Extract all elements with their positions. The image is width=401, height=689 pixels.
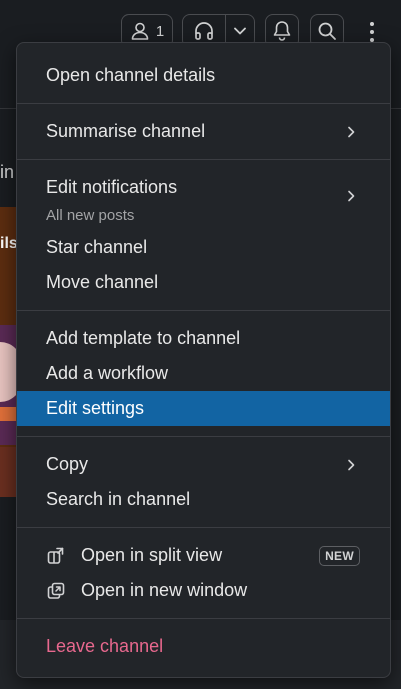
menu-separator <box>17 103 390 104</box>
split-view-icon <box>46 546 66 566</box>
menu-item-move-channel[interactable]: Move channel <box>17 265 390 300</box>
headphones-icon <box>193 20 215 42</box>
menu-item-add-template[interactable]: Add template to channel <box>17 321 390 356</box>
notifications-setting-value: All new posts <box>46 207 135 224</box>
menu-item-label: Add template to channel <box>46 328 241 348</box>
menu-item-summarise-channel[interactable]: Summarise channel <box>17 114 390 149</box>
menu-separator <box>17 436 390 437</box>
menu-item-open-new-window[interactable]: Open in new window <box>17 573 390 608</box>
channel-context-menu: Open channel details Summarise channel E… <box>16 42 391 678</box>
member-count: 1 <box>155 22 165 40</box>
menu-item-label: Edit notifications <box>46 177 178 197</box>
new-badge: NEW <box>319 545 360 566</box>
search-icon <box>317 21 337 41</box>
menu-item-label: Search in channel <box>46 489 191 509</box>
menu-item-leave-channel[interactable]: Leave channel <box>17 629 390 664</box>
chevron-right-icon <box>346 126 356 138</box>
background-text: in <box>0 162 15 182</box>
new-window-icon <box>46 581 66 601</box>
chevron-down-icon <box>234 27 247 35</box>
menu-item-open-channel-details[interactable]: Open channel details <box>17 58 390 93</box>
menu-item-star-channel[interactable]: Star channel <box>17 230 390 265</box>
bell-icon <box>272 20 292 42</box>
menu-item-copy[interactable]: Copy <box>17 447 390 482</box>
menu-item-label: Star channel <box>46 237 148 257</box>
menu-item-label: Edit settings <box>46 398 145 418</box>
menu-item-label: Open in new window <box>81 580 248 600</box>
menu-item-edit-settings[interactable]: Edit settings <box>17 391 390 426</box>
menu-item-open-split-view[interactable]: Open in split view NEW <box>17 538 390 573</box>
menu-separator <box>17 527 390 528</box>
menu-item-add-workflow[interactable]: Add a workflow <box>17 356 390 391</box>
menu-separator <box>17 310 390 311</box>
menu-item-label: Open channel details <box>46 65 216 85</box>
menu-separator <box>17 618 390 619</box>
chevron-right-icon <box>346 459 356 471</box>
menu-item-label: Summarise channel <box>46 121 206 141</box>
menu-item-label: Leave channel <box>46 636 164 656</box>
menu-item-label: Add a workflow <box>46 363 169 383</box>
menu-item-label: Move channel <box>46 272 159 292</box>
person-icon <box>130 21 150 41</box>
menu-item-search-in-channel[interactable]: Search in channel <box>17 482 390 517</box>
menu-separator <box>17 159 390 160</box>
menu-item-label: Open in split view <box>81 545 223 565</box>
chevron-right-icon <box>346 190 356 202</box>
menu-item-label: Copy <box>46 454 89 474</box>
